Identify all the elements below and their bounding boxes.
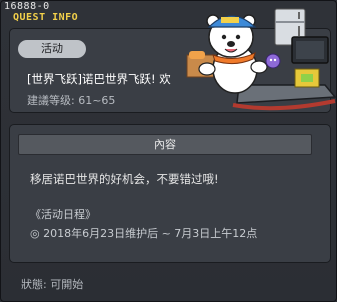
content-section-header: 內容 [18, 134, 312, 155]
quest-description: 移居诺巴世界的好机会，不要错过哦! [30, 172, 219, 186]
quest-id: 16888-0 [4, 1, 50, 12]
quest-info-window: 16888-0 QUEST INFO 活动 [世界飞跃]诺巴世界飞跃! 欢 建議… [0, 0, 337, 302]
npc-illustration [186, 8, 337, 111]
quest-status: 狀態: 可開始 [21, 278, 84, 291]
window-title: QUEST INFO [13, 12, 79, 23]
quest-content-panel: 內容 移居诺巴世界的好机会，不要错过哦! 《活动日程》 ◎ 2018年6月23日… [9, 124, 331, 263]
schedule-label: 《活动日程》 [30, 208, 96, 221]
schedule-text: ◎ 2018年6月23日维护后 ~ 7月3日上午12点 [30, 227, 258, 240]
recommended-level: 建議等级: 61~65 [27, 94, 116, 107]
quest-category-tag: 活动 [18, 40, 86, 58]
quest-name: [世界飞跃]诺巴世界飞跃! 欢 [27, 72, 171, 86]
